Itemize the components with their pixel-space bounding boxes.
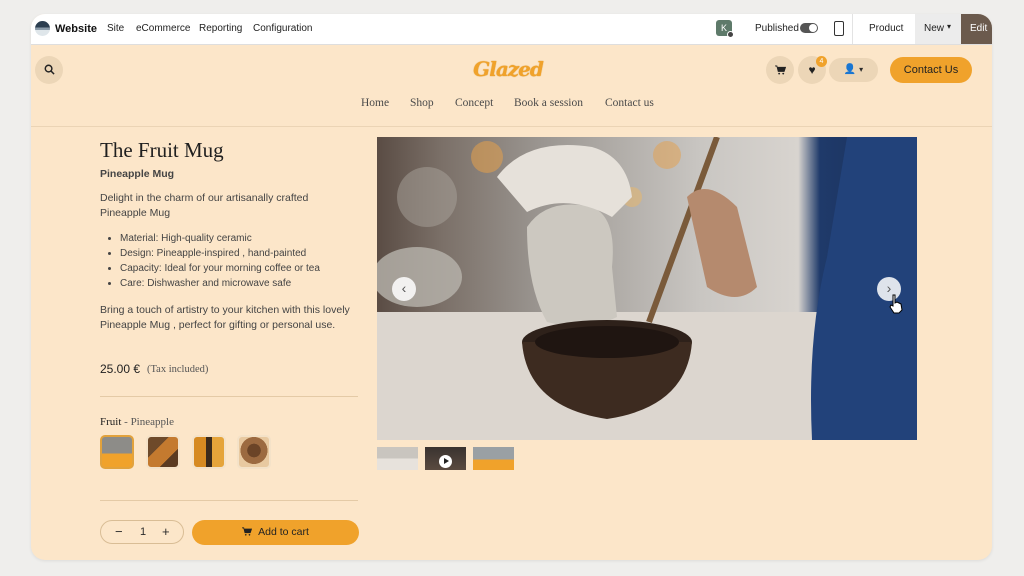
nav-shop[interactable]: Shop bbox=[410, 97, 434, 109]
avatar-initial: K bbox=[720, 23, 727, 33]
previous-image-button[interactable]: ‹ bbox=[392, 277, 416, 301]
cart-button[interactable] bbox=[766, 56, 794, 84]
variant-label: Fruit - Pineapple bbox=[100, 416, 174, 428]
heart-icon: ♥ bbox=[808, 63, 816, 77]
feature-list: Material: High-quality ceramic Design: P… bbox=[100, 231, 320, 291]
variant-swatch-2[interactable] bbox=[146, 435, 180, 469]
variant-value: - Pineapple bbox=[121, 416, 174, 428]
new-button-label: New bbox=[924, 23, 945, 34]
site-logo[interactable]: Glazed bbox=[473, 57, 544, 81]
gallery-thumbnail-3[interactable] bbox=[473, 447, 514, 470]
variant-swatch-4[interactable] bbox=[237, 435, 271, 469]
feature-item: Capacity: Ideal for your morning coffee … bbox=[120, 261, 320, 276]
feature-item: Care: Dishwasher and microwave safe bbox=[120, 276, 320, 291]
feature-item: Material: High-quality ceramic bbox=[120, 231, 320, 246]
product-menu[interactable]: Product bbox=[869, 23, 903, 34]
pottery-photo bbox=[377, 137, 917, 440]
wishlist-count-badge: 4 bbox=[816, 56, 827, 67]
published-toggle[interactable] bbox=[800, 23, 818, 33]
new-button[interactable]: New ▾ bbox=[915, 14, 961, 44]
divider bbox=[852, 14, 853, 44]
user-icon: 👤 bbox=[843, 64, 857, 75]
caret-down-icon: ▾ bbox=[859, 65, 864, 74]
admin-top-bar: Website Site eCommerce Reporting Configu… bbox=[31, 14, 992, 45]
decrease-qty-button[interactable]: − bbox=[115, 524, 123, 539]
cart-icon bbox=[242, 527, 253, 536]
variant-swatch-pineapple[interactable] bbox=[100, 435, 134, 469]
feature-item: Design: Pineapple-inspired , hand-painte… bbox=[120, 246, 320, 261]
nav-book-a-session[interactable]: Book a session bbox=[514, 97, 583, 109]
product-main-image: ‹ › bbox=[377, 137, 917, 440]
contact-us-button[interactable]: Contact Us bbox=[890, 57, 972, 83]
product-price: 25.00 € bbox=[100, 362, 141, 376]
divider bbox=[100, 500, 358, 501]
cart-icon bbox=[774, 65, 786, 75]
gallery-thumbnail-video[interactable] bbox=[425, 447, 466, 470]
product-title: The Fruit Mug bbox=[100, 138, 224, 162]
variant-swatch-3[interactable] bbox=[192, 435, 226, 469]
menu-site[interactable]: Site bbox=[107, 23, 124, 34]
nav-concept[interactable]: Concept bbox=[455, 97, 493, 109]
user-menu-button[interactable]: 👤 ▾ bbox=[829, 58, 878, 82]
divider bbox=[100, 396, 358, 397]
caret-down-icon: ▾ bbox=[947, 22, 952, 31]
website-app-icon[interactable] bbox=[35, 21, 50, 36]
play-icon bbox=[439, 455, 452, 468]
add-to-cart-label: Add to cart bbox=[258, 526, 309, 538]
app-name[interactable]: Website bbox=[55, 23, 97, 35]
chevron-left-icon: ‹ bbox=[401, 280, 407, 296]
status-dot bbox=[727, 31, 734, 38]
menu-configuration[interactable]: Configuration bbox=[253, 23, 312, 34]
search-icon bbox=[44, 64, 55, 75]
increase-qty-button[interactable]: + bbox=[162, 524, 170, 539]
nav-contact-us[interactable]: Contact us bbox=[605, 97, 654, 109]
add-to-cart-button[interactable]: Add to cart bbox=[192, 520, 359, 545]
published-label: Published bbox=[755, 23, 799, 34]
product-subtitle: Pineapple Mug bbox=[100, 168, 175, 180]
mobile-preview-icon[interactable] bbox=[834, 21, 844, 36]
product-description: Delight in the charm of our artisanally … bbox=[100, 192, 309, 219]
search-button[interactable] bbox=[35, 56, 63, 84]
user-avatar[interactable]: K bbox=[716, 20, 734, 38]
nav-home[interactable]: Home bbox=[361, 97, 389, 109]
product-description-2: Bring a touch of artistry to your kitche… bbox=[100, 304, 350, 331]
quantity-stepper[interactable]: − 1 + bbox=[100, 520, 184, 544]
quantity-value[interactable]: 1 bbox=[140, 526, 146, 538]
header-divider bbox=[31, 126, 992, 127]
tax-note: (Tax included) bbox=[147, 364, 209, 375]
browser-frame: Website Site eCommerce Reporting Configu… bbox=[31, 14, 992, 560]
gallery-thumbnail-1[interactable] bbox=[377, 447, 418, 470]
variant-name: Fruit bbox=[100, 416, 122, 428]
hand-cursor-icon bbox=[889, 294, 903, 314]
edit-button[interactable]: Edit bbox=[961, 14, 992, 44]
menu-ecommerce[interactable]: eCommerce bbox=[136, 23, 190, 34]
menu-reporting[interactable]: Reporting bbox=[199, 23, 242, 34]
edit-button-label: Edit bbox=[970, 23, 988, 34]
